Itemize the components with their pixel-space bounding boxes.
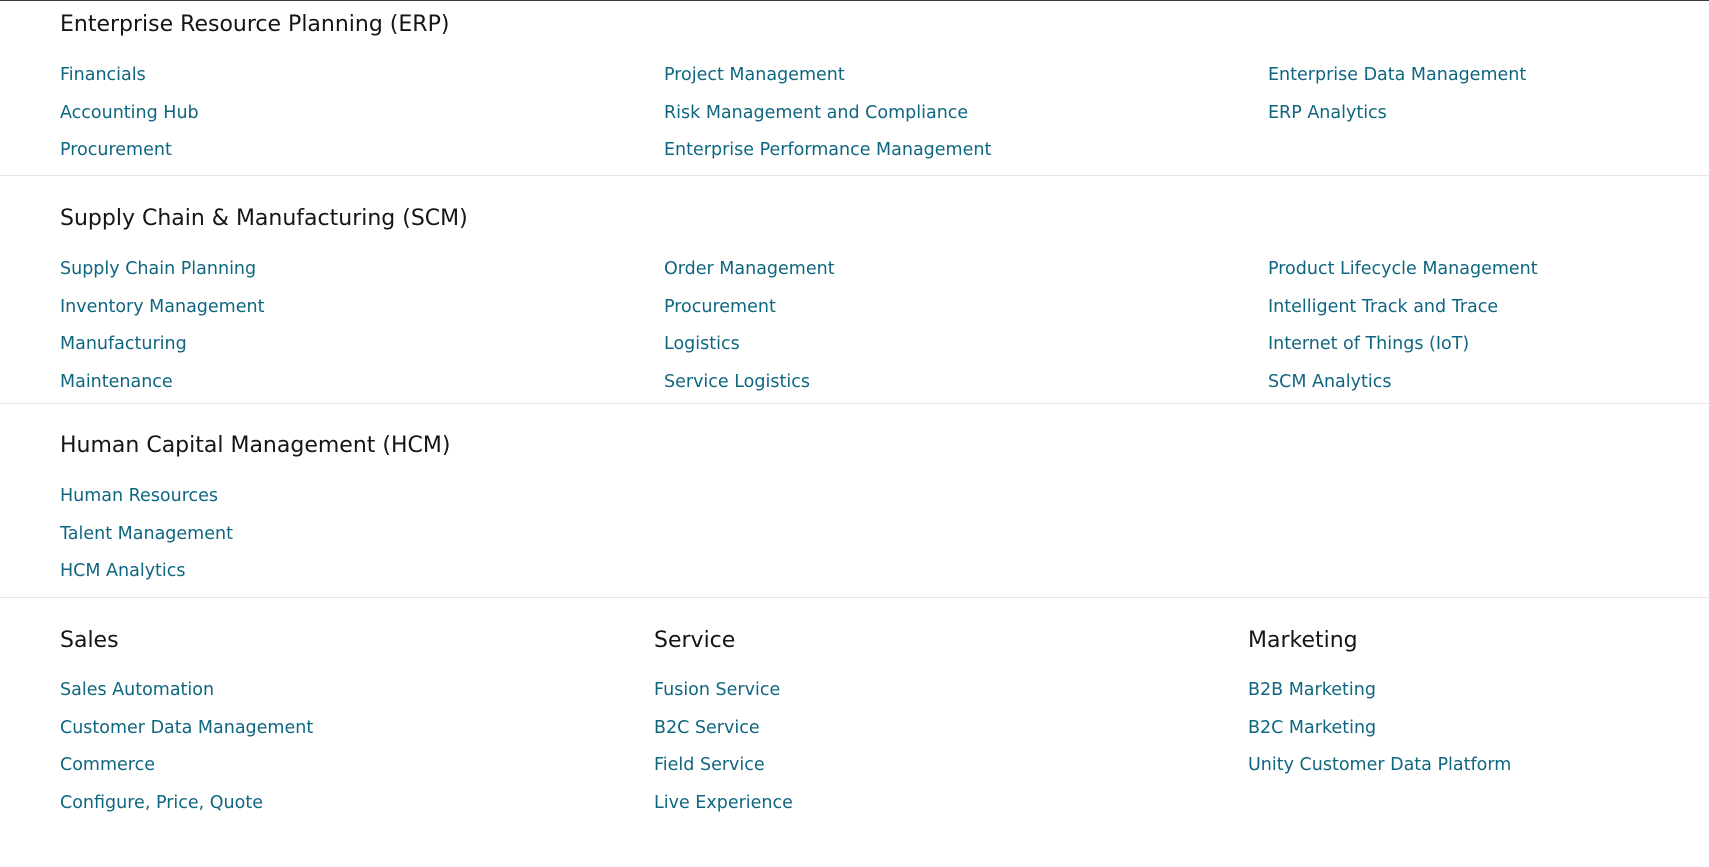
link-unity-customer-data-platform[interactable]: Unity Customer Data Platform [1248, 755, 1511, 775]
list-item: Customer Data Management [60, 717, 313, 755]
list-item: Supply Chain Planning [60, 258, 264, 296]
sales-column: Sales Automation Customer Data Managemen… [60, 679, 313, 829]
link-maintenance[interactable]: Maintenance [60, 372, 173, 392]
list-item: Enterprise Performance Management [664, 139, 991, 177]
list-item: Live Experience [654, 792, 793, 830]
link-scm-procurement[interactable]: Procurement [664, 297, 776, 317]
list-item: Manufacturing [60, 333, 264, 371]
link-b2c-marketing[interactable]: B2C Marketing [1248, 718, 1376, 738]
link-fusion-service[interactable]: Fusion Service [654, 680, 780, 700]
scm-column-3: Product Lifecycle Management Intelligent… [1268, 258, 1538, 408]
link-internet-of-things[interactable]: Internet of Things (IoT) [1268, 334, 1469, 354]
link-b2b-marketing[interactable]: B2B Marketing [1248, 680, 1376, 700]
hcm-column-1: Human Resources Talent Management HCM An… [60, 485, 233, 598]
list-item: Product Lifecycle Management [1268, 258, 1538, 296]
list-item: Risk Management and Compliance [664, 102, 991, 140]
list-item: Fusion Service [654, 679, 793, 717]
scm-column-1: Supply Chain Planning Inventory Manageme… [60, 258, 264, 408]
link-field-service[interactable]: Field Service [654, 755, 765, 775]
erp-column-3: Enterprise Data Management ERP Analytics [1268, 64, 1526, 139]
link-customer-data-management[interactable]: Customer Data Management [60, 718, 313, 738]
link-project-management[interactable]: Project Management [664, 65, 845, 85]
list-item: Commerce [60, 754, 313, 792]
list-item: Procurement [60, 139, 199, 177]
list-item: Service Logistics [664, 371, 835, 409]
service-column: Fusion Service B2C Service Field Service… [654, 679, 793, 829]
link-procurement[interactable]: Procurement [60, 140, 172, 160]
list-item: Maintenance [60, 371, 264, 409]
link-manufacturing[interactable]: Manufacturing [60, 334, 187, 354]
list-item: Human Resources [60, 485, 233, 523]
link-enterprise-performance-management[interactable]: Enterprise Performance Management [664, 140, 991, 160]
section-title-erp: Enterprise Resource Planning (ERP) [60, 12, 450, 37]
link-erp-analytics[interactable]: ERP Analytics [1268, 103, 1387, 123]
list-item: B2C Service [654, 717, 793, 755]
link-supply-chain-planning[interactable]: Supply Chain Planning [60, 259, 256, 279]
list-item: Intelligent Track and Trace [1268, 296, 1538, 334]
link-risk-management-compliance[interactable]: Risk Management and Compliance [664, 103, 968, 123]
list-item: ERP Analytics [1268, 102, 1526, 140]
list-item: Internet of Things (IoT) [1268, 333, 1538, 371]
section-title-marketing: Marketing [1248, 628, 1358, 653]
link-sales-automation[interactable]: Sales Automation [60, 680, 214, 700]
list-item: Unity Customer Data Platform [1248, 754, 1511, 792]
list-item: HCM Analytics [60, 560, 233, 598]
link-product-lifecycle-management[interactable]: Product Lifecycle Management [1268, 259, 1538, 279]
section-scm: Supply Chain & Manufacturing (SCM) Suppl… [0, 176, 1709, 404]
erp-column-2: Project Management Risk Management and C… [664, 64, 991, 177]
list-item: B2C Marketing [1248, 717, 1511, 755]
marketing-column: B2B Marketing B2C Marketing Unity Custom… [1248, 679, 1511, 792]
list-item: SCM Analytics [1268, 371, 1538, 409]
link-b2c-service[interactable]: B2C Service [654, 718, 760, 738]
link-financials[interactable]: Financials [60, 65, 146, 85]
list-item: Field Service [654, 754, 793, 792]
link-hcm-analytics[interactable]: HCM Analytics [60, 561, 186, 581]
list-item: Talent Management [60, 523, 233, 561]
link-inventory-management[interactable]: Inventory Management [60, 297, 264, 317]
list-item: Inventory Management [60, 296, 264, 334]
list-item: Order Management [664, 258, 835, 296]
link-configure-price-quote[interactable]: Configure, Price, Quote [60, 793, 263, 813]
link-commerce[interactable]: Commerce [60, 755, 155, 775]
link-scm-analytics[interactable]: SCM Analytics [1268, 372, 1391, 392]
link-intelligent-track-trace[interactable]: Intelligent Track and Trace [1268, 297, 1498, 317]
section-cx: Sales Sales Automation Customer Data Man… [0, 598, 1709, 867]
list-item: Accounting Hub [60, 102, 199, 140]
list-item: Configure, Price, Quote [60, 792, 313, 830]
list-item: Sales Automation [60, 679, 313, 717]
section-title-scm: Supply Chain & Manufacturing (SCM) [60, 206, 468, 231]
link-live-experience[interactable]: Live Experience [654, 793, 793, 813]
section-erp: Enterprise Resource Planning (ERP) Finan… [0, 1, 1709, 176]
link-logistics[interactable]: Logistics [664, 334, 740, 354]
section-title-hcm: Human Capital Management (HCM) [60, 433, 451, 458]
list-item: Logistics [664, 333, 835, 371]
link-accounting-hub[interactable]: Accounting Hub [60, 103, 199, 123]
section-title-service: Service [654, 628, 736, 653]
link-service-logistics[interactable]: Service Logistics [664, 372, 810, 392]
list-item: Procurement [664, 296, 835, 334]
scm-column-2: Order Management Procurement Logistics S… [664, 258, 835, 408]
link-order-management[interactable]: Order Management [664, 259, 835, 279]
list-item: Enterprise Data Management [1268, 64, 1526, 102]
list-item: Project Management [664, 64, 991, 102]
erp-column-1: Financials Accounting Hub Procurement [60, 64, 199, 177]
link-human-resources[interactable]: Human Resources [60, 486, 218, 506]
link-enterprise-data-management[interactable]: Enterprise Data Management [1268, 65, 1526, 85]
section-hcm: Human Capital Management (HCM) Human Res… [0, 404, 1709, 598]
product-menu-page: Enterprise Resource Planning (ERP) Finan… [0, 0, 1709, 867]
section-title-sales: Sales [60, 628, 119, 653]
list-item: Financials [60, 64, 199, 102]
link-talent-management[interactable]: Talent Management [60, 524, 233, 544]
list-item: B2B Marketing [1248, 679, 1511, 717]
